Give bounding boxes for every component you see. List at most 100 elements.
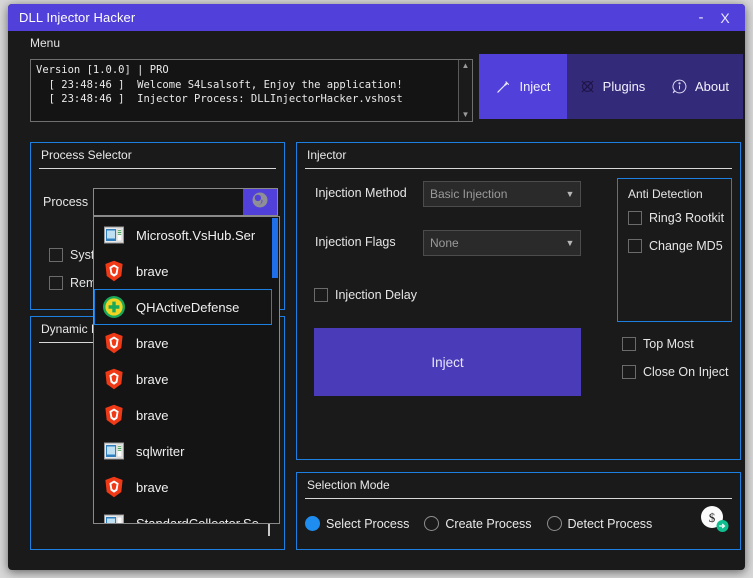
radio-dot[interactable] <box>424 516 440 531</box>
checkbox-box[interactable] <box>49 276 63 290</box>
divider <box>305 168 732 169</box>
anti-detection-title: Anti Detection <box>628 187 703 201</box>
log-box: Version [1.0.0] | PRO [ 23:48:46 ] Welco… <box>30 59 473 122</box>
list-item-label: StandardCollector.Se <box>136 515 259 524</box>
selection-mode-panel: Selection Mode Select Process Create Pro… <box>296 472 741 550</box>
checkbox-box[interactable] <box>314 288 328 302</box>
checkbox-ring3-rootkit-label: Ring3 Rootkit <box>649 211 725 225</box>
injection-flags-value: None <box>430 236 459 250</box>
log-line-2: [ 23:48:46 ] Welcome S4Lsalsoft, Enjoy t… <box>36 78 403 91</box>
scroll-up-icon[interactable]: ▲ <box>462 62 470 70</box>
list-item[interactable]: brave <box>94 253 272 289</box>
close-button[interactable]: X <box>714 7 736 29</box>
radio-detect-process-label: Detect Process <box>567 516 653 531</box>
injection-flags-label: Injection Flags <box>315 235 396 249</box>
checkbox-close-on-inject[interactable]: Close On Inject <box>622 365 728 379</box>
puzzle-knot-icon <box>579 78 596 95</box>
tab-strip: Inject Plugins About <box>479 54 743 119</box>
scroll-down-icon[interactable]: ▼ <box>462 111 470 119</box>
selection-mode-title: Selection Mode <box>307 478 390 492</box>
divider <box>39 168 276 169</box>
dropdown-scrollbar-thumb[interactable] <box>272 218 278 278</box>
window-app-icon <box>102 439 126 463</box>
list-item-label: QHActiveDefense <box>136 299 240 315</box>
dropdown-scrollbar[interactable] <box>272 218 278 523</box>
checkbox-box[interactable] <box>49 248 63 262</box>
window-title: DLL Injector Hacker <box>19 10 136 25</box>
anti-detection-panel: Anti Detection Ring3 Rootkit Change MD5 <box>617 178 732 322</box>
obs-icon <box>251 191 269 214</box>
window-controls: - X <box>690 7 745 29</box>
tab-inject[interactable]: Inject <box>479 54 567 119</box>
radio-dot[interactable] <box>305 516 320 531</box>
checkbox-box[interactable] <box>622 337 636 351</box>
log-line-1: Version [1.0.0] | PRO <box>36 64 169 76</box>
tab-about[interactable]: About <box>657 54 743 119</box>
log-text: Version [1.0.0] | PRO [ 23:48:46 ] Welco… <box>31 60 458 121</box>
checkbox-injection-delay-label: Injection Delay <box>335 288 417 302</box>
list-item[interactable]: brave <box>94 361 272 397</box>
checkbox-close-on-inject-label: Close On Inject <box>643 365 729 379</box>
injection-method-select[interactable]: Basic Injection ▼ <box>423 181 581 207</box>
radio-detect-process[interactable]: Detect Process <box>546 516 653 531</box>
list-item-label: brave <box>136 263 169 279</box>
chevron-down-icon[interactable]: ▼ <box>560 238 580 248</box>
checkbox-injection-delay[interactable]: Injection Delay <box>314 288 417 302</box>
checkbox-change-md5-label: Change MD5 <box>649 239 723 253</box>
syringe-icon <box>495 78 512 95</box>
list-item[interactable]: Microsoft.VsHub.Ser <box>94 217 272 253</box>
process-combobox[interactable] <box>93 188 278 216</box>
process-dropdown-list[interactable]: Microsoft.VsHub.Ser brave QHActiveDefens… <box>93 216 280 524</box>
list-item-selected[interactable]: QHActiveDefense <box>94 289 272 325</box>
chevron-down-icon[interactable]: ▼ <box>560 189 580 199</box>
tab-about-label: About <box>695 79 729 94</box>
menu-bar: Menu <box>8 31 745 54</box>
app-window: DLL Injector Hacker - X Menu Version [1.… <box>8 4 745 570</box>
process-label: Process <box>43 195 89 209</box>
list-item-label: Microsoft.VsHub.Ser <box>136 227 256 243</box>
donate-dollar-icon: $ <box>698 506 730 539</box>
svg-text:$: $ <box>709 510 716 525</box>
list-item[interactable]: brave <box>94 469 272 505</box>
log-line-3: [ 23:48:46 ] Injector Process: DLLInject… <box>36 93 403 105</box>
info-circle-icon <box>671 78 688 95</box>
checkbox-box[interactable] <box>628 239 642 253</box>
qh-shield-icon <box>102 295 126 319</box>
menu-item-menu[interactable]: Menu <box>22 34 68 52</box>
radio-dot[interactable] <box>546 516 562 531</box>
injection-flags-select[interactable]: None ▼ <box>423 230 581 256</box>
tab-plugins[interactable]: Plugins <box>567 54 657 119</box>
checkbox-top-most-label: Top Most <box>643 337 694 351</box>
radio-create-process[interactable]: Create Process <box>424 516 532 531</box>
checkbox-top-most[interactable]: Top Most <box>622 337 694 351</box>
injector-title: Injector <box>307 148 347 162</box>
process-selector-title: Process Selector <box>41 148 132 162</box>
injector-panel: Injector Injection Method Basic Injectio… <box>296 142 741 460</box>
list-item[interactable]: sqlwriter <box>94 433 272 469</box>
obs-refresh-button[interactable] <box>243 189 277 215</box>
title-bar: DLL Injector Hacker - X <box>8 4 745 31</box>
list-item-label: sqlwriter <box>136 443 185 459</box>
checkbox-change-md5[interactable]: Change MD5 <box>628 239 723 253</box>
donate-button[interactable]: $ <box>698 503 730 535</box>
inject-button[interactable]: Inject <box>314 328 581 396</box>
brave-lion-icon <box>102 259 126 283</box>
checkbox-ring3-rootkit[interactable]: Ring3 Rootkit <box>628 211 724 225</box>
brave-lion-icon <box>102 403 126 427</box>
checkbox-box[interactable] <box>622 365 636 379</box>
tab-plugins-label: Plugins <box>602 79 646 94</box>
tab-inject-label: Inject <box>519 79 551 94</box>
log-scrollbar[interactable]: ▲ ▼ <box>458 60 472 121</box>
radio-select-process[interactable]: Select Process <box>305 516 409 531</box>
process-dropdown-items: Microsoft.VsHub.Ser brave QHActiveDefens… <box>94 217 272 524</box>
minimize-button[interactable]: - <box>690 7 712 29</box>
list-item-label: brave <box>136 371 169 387</box>
checkbox-box[interactable] <box>628 211 642 225</box>
radio-create-process-label: Create Process <box>445 516 532 531</box>
radio-select-process-label: Select Process <box>326 516 410 531</box>
brave-lion-icon <box>102 331 126 355</box>
list-item[interactable]: brave <box>94 397 272 433</box>
list-item[interactable]: brave <box>94 325 272 361</box>
list-item[interactable]: StandardCollector.Se <box>94 505 272 524</box>
window-app-icon <box>102 511 126 523</box>
